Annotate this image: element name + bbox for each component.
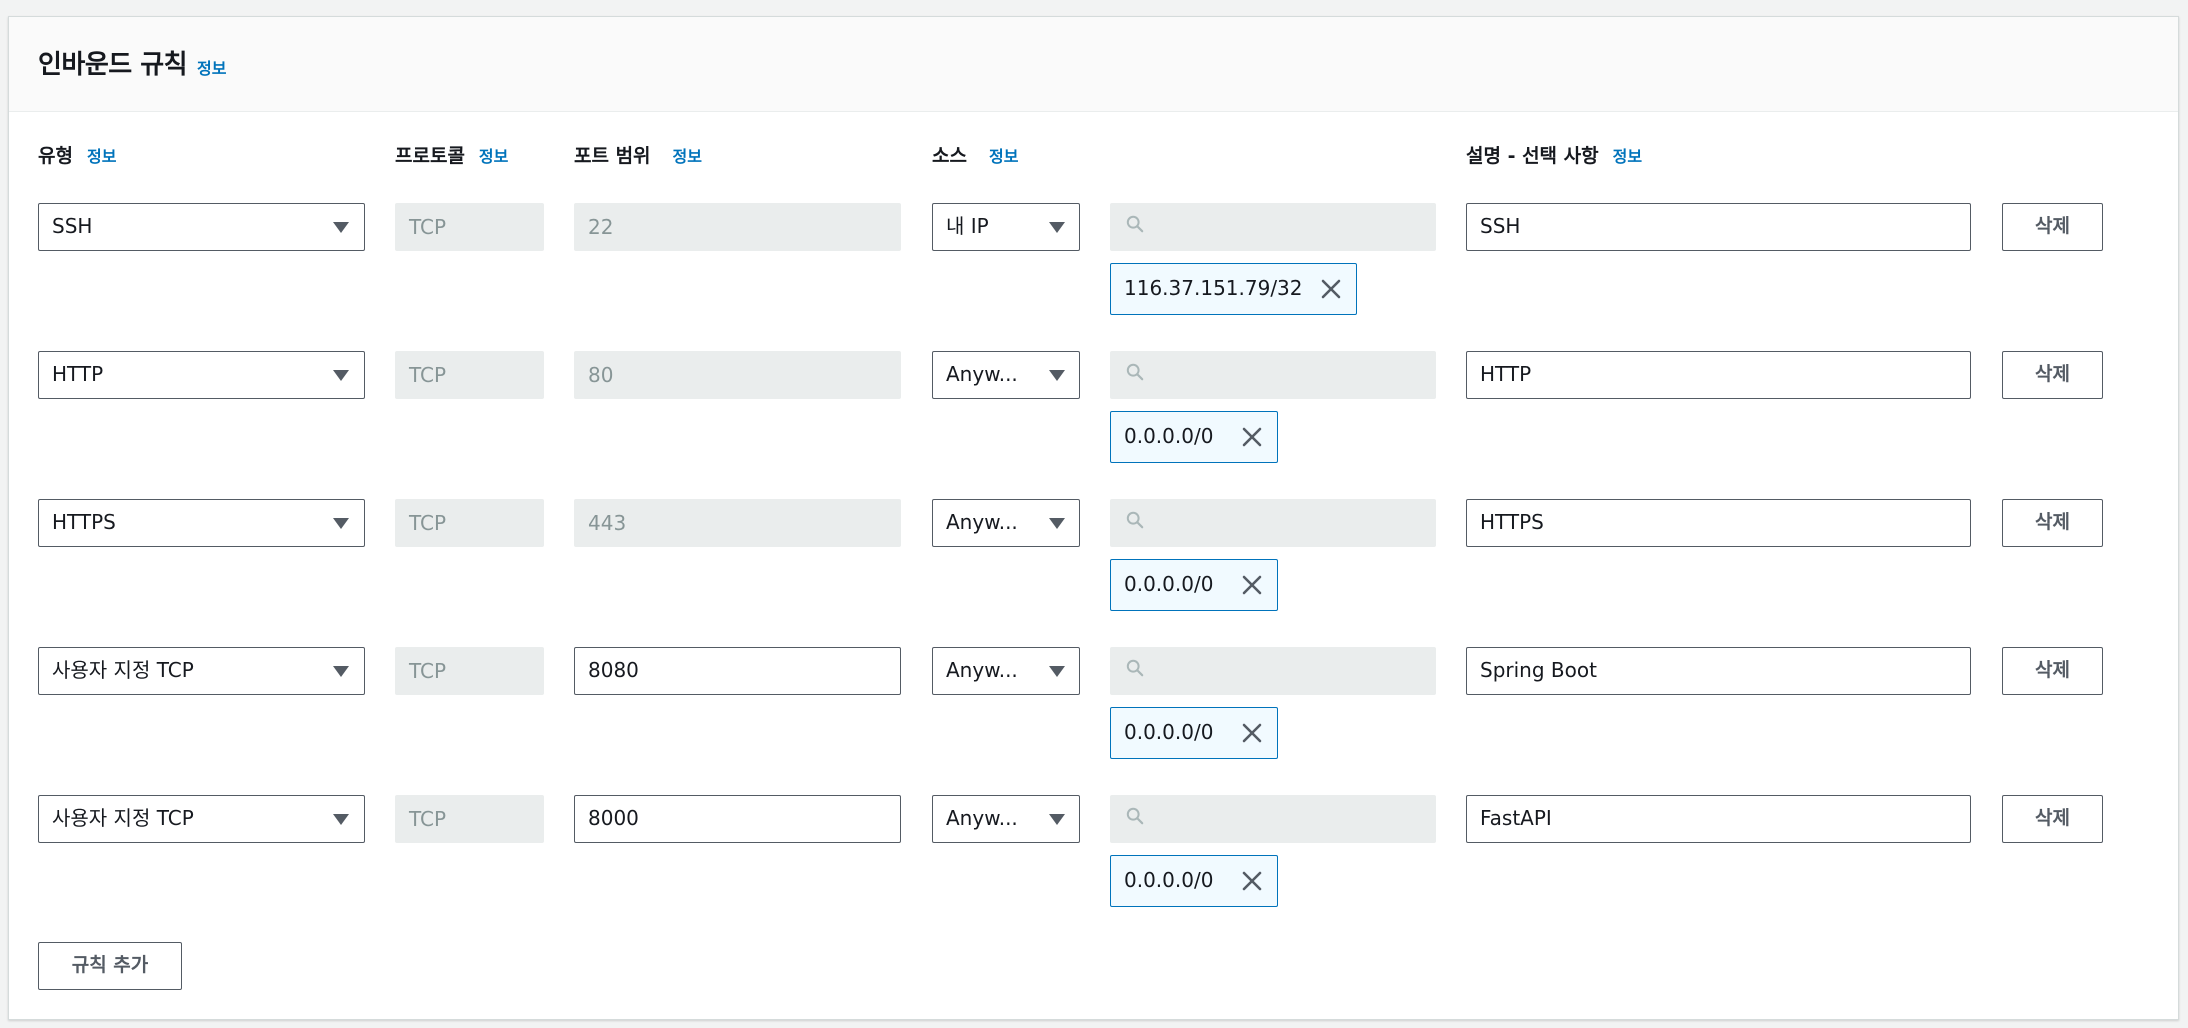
type-select[interactable]: 사용자 지정 TCP [38, 795, 365, 843]
source-type-select[interactable]: Anyw... [932, 795, 1080, 843]
rule-row: 사용자 지정 TCP TCP 8000 Anyw... 0.0.0.0/0 Fa… [9, 609, 2178, 907]
protocol-field: TCP [395, 795, 544, 843]
chevron-down-icon [333, 814, 349, 825]
source-type-select-value: Anyw... [946, 806, 1018, 830]
port-range-field[interactable]: 8000 [574, 795, 901, 843]
close-icon[interactable] [1241, 870, 1263, 892]
rule-row: 사용자 지정 TCP TCP 8080 Anyw... 0.0.0.0/0 Sp… [9, 461, 2178, 759]
search-icon [1126, 807, 1144, 825]
inbound-rules-panel: 인바운드 규칙 정보 유형 정보 프로토콜 정보 포트 범위 정보 소스 정보 설명 -… [8, 16, 2179, 1020]
source-search-input[interactable] [1110, 795, 1436, 843]
rule-row: HTTPS TCP 443 Anyw... 0.0.0.0/0 HTTPS 삭제 [9, 313, 2178, 611]
cidr-token: 0.0.0.0/0 [1110, 855, 1278, 907]
description-input[interactable]: FastAPI [1466, 795, 1971, 843]
type-select-value: 사용자 지정 TCP [52, 806, 194, 830]
cidr-token-label: 0.0.0.0/0 [1124, 868, 1214, 892]
delete-rule-button[interactable]: 삭제 [2002, 795, 2103, 843]
chevron-down-icon [1049, 814, 1065, 825]
rule-row: HTTP TCP 80 Anyw... 0.0.0.0/0 HTTP 삭제 [9, 165, 2178, 463]
add-rule-button[interactable]: 규칙 추가 [38, 942, 182, 990]
rule-row: SSH TCP 22 내 IP 116.37.151.79/32 SSH 삭제 [9, 17, 2178, 315]
